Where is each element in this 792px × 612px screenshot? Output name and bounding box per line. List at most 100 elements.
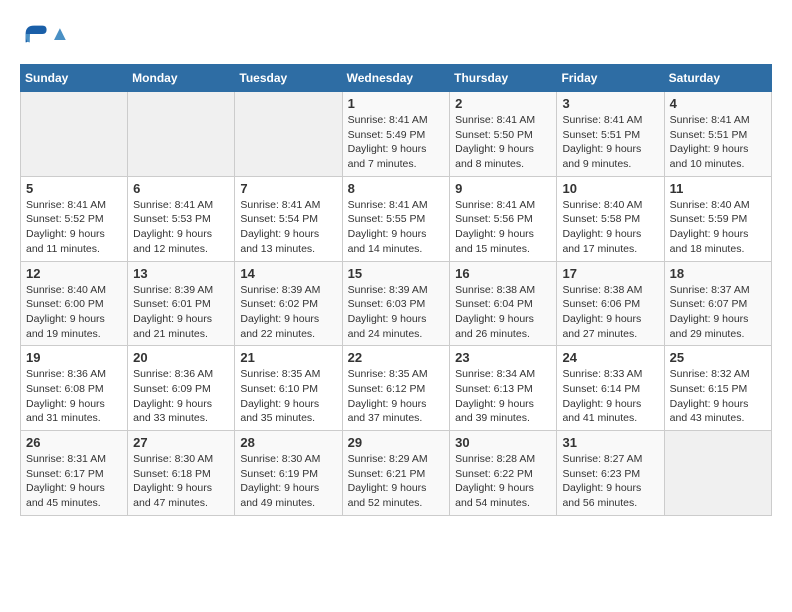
- day-number: 20: [133, 350, 229, 365]
- day-number: 1: [348, 96, 445, 111]
- day-number: 25: [670, 350, 766, 365]
- weekday-header-tuesday: Tuesday: [235, 65, 342, 92]
- day-info: Sunrise: 8:41 AM Sunset: 5:54 PM Dayligh…: [240, 198, 336, 257]
- day-info: Sunrise: 8:35 AM Sunset: 6:10 PM Dayligh…: [240, 367, 336, 426]
- day-info: Sunrise: 8:35 AM Sunset: 6:12 PM Dayligh…: [348, 367, 445, 426]
- calendar-cell: 26 Sunrise: 8:31 AM Sunset: 6:17 PM Dayli…: [21, 431, 128, 516]
- calendar-cell: 12 Sunrise: 8:40 AM Sunset: 6:00 PM Dayli…: [21, 261, 128, 346]
- day-info: Sunrise: 8:41 AM Sunset: 5:50 PM Dayligh…: [455, 113, 551, 172]
- day-number: 28: [240, 435, 336, 450]
- day-number: 2: [455, 96, 551, 111]
- day-info: Sunrise: 8:29 AM Sunset: 6:21 PM Dayligh…: [348, 452, 445, 511]
- day-number: 19: [26, 350, 122, 365]
- calendar-cell: [128, 92, 235, 177]
- calendar-cell: 30 Sunrise: 8:28 AM Sunset: 6:22 PM Dayli…: [450, 431, 557, 516]
- day-number: 18: [670, 266, 766, 281]
- logo-text: ▲: [50, 23, 70, 46]
- calendar-week-row: 1 Sunrise: 8:41 AM Sunset: 5:49 PM Daylig…: [21, 92, 772, 177]
- weekday-header-friday: Friday: [557, 65, 664, 92]
- day-number: 29: [348, 435, 445, 450]
- day-number: 24: [562, 350, 658, 365]
- calendar-cell: 31 Sunrise: 8:27 AM Sunset: 6:23 PM Dayli…: [557, 431, 664, 516]
- calendar-cell: 2 Sunrise: 8:41 AM Sunset: 5:50 PM Daylig…: [450, 92, 557, 177]
- calendar-week-row: 5 Sunrise: 8:41 AM Sunset: 5:52 PM Daylig…: [21, 176, 772, 261]
- calendar-week-row: 12 Sunrise: 8:40 AM Sunset: 6:00 PM Dayli…: [21, 261, 772, 346]
- calendar-cell: 19 Sunrise: 8:36 AM Sunset: 6:08 PM Dayli…: [21, 346, 128, 431]
- day-info: Sunrise: 8:41 AM Sunset: 5:55 PM Dayligh…: [348, 198, 445, 257]
- day-number: 3: [562, 96, 658, 111]
- day-info: Sunrise: 8:36 AM Sunset: 6:09 PM Dayligh…: [133, 367, 229, 426]
- calendar-cell: [664, 431, 771, 516]
- day-info: Sunrise: 8:39 AM Sunset: 6:02 PM Dayligh…: [240, 283, 336, 342]
- calendar-cell: 3 Sunrise: 8:41 AM Sunset: 5:51 PM Daylig…: [557, 92, 664, 177]
- day-number: 23: [455, 350, 551, 365]
- calendar-cell: 21 Sunrise: 8:35 AM Sunset: 6:10 PM Dayli…: [235, 346, 342, 431]
- day-number: 14: [240, 266, 336, 281]
- calendar-cell: [21, 92, 128, 177]
- day-number: 9: [455, 181, 551, 196]
- calendar-cell: 17 Sunrise: 8:38 AM Sunset: 6:06 PM Dayli…: [557, 261, 664, 346]
- calendar-cell: 13 Sunrise: 8:39 AM Sunset: 6:01 PM Dayli…: [128, 261, 235, 346]
- day-number: 17: [562, 266, 658, 281]
- day-number: 8: [348, 181, 445, 196]
- calendar-cell: 6Sunrise: 8:41 AM Sunset: 5:53 PM Daylig…: [128, 176, 235, 261]
- day-number: 6: [133, 181, 229, 196]
- day-info: Sunrise: 8:37 AM Sunset: 6:07 PM Dayligh…: [670, 283, 766, 342]
- calendar-cell: 4 Sunrise: 8:41 AM Sunset: 5:51 PM Daylig…: [664, 92, 771, 177]
- calendar-cell: 8 Sunrise: 8:41 AM Sunset: 5:55 PM Daylig…: [342, 176, 450, 261]
- day-info: Sunrise: 8:39 AM Sunset: 6:01 PM Dayligh…: [133, 283, 229, 342]
- logo: ▲: [20, 20, 70, 48]
- calendar-cell: 5 Sunrise: 8:41 AM Sunset: 5:52 PM Daylig…: [21, 176, 128, 261]
- day-number: 13: [133, 266, 229, 281]
- day-info: Sunrise: 8:30 AM Sunset: 6:18 PM Dayligh…: [133, 452, 229, 511]
- calendar-cell: 11 Sunrise: 8:40 AM Sunset: 5:59 PM Dayli…: [664, 176, 771, 261]
- day-info: Sunrise: 8:41 AM Sunset: 5:51 PM Dayligh…: [562, 113, 658, 172]
- calendar-week-row: 26 Sunrise: 8:31 AM Sunset: 6:17 PM Dayli…: [21, 431, 772, 516]
- calendar-cell: 18 Sunrise: 8:37 AM Sunset: 6:07 PM Dayli…: [664, 261, 771, 346]
- day-number: 22: [348, 350, 445, 365]
- day-number: 12: [26, 266, 122, 281]
- day-number: 27: [133, 435, 229, 450]
- day-info: Sunrise: 8:36 AM Sunset: 6:08 PM Dayligh…: [26, 367, 122, 426]
- calendar-cell: 23Sunrise: 8:34 AM Sunset: 6:13 PM Dayli…: [450, 346, 557, 431]
- logo-icon: [20, 20, 48, 48]
- calendar-cell: 16Sunrise: 8:38 AM Sunset: 6:04 PM Dayli…: [450, 261, 557, 346]
- day-number: 30: [455, 435, 551, 450]
- calendar-cell: 28Sunrise: 8:30 AM Sunset: 6:19 PM Dayli…: [235, 431, 342, 516]
- weekday-header-thursday: Thursday: [450, 65, 557, 92]
- day-info: Sunrise: 8:41 AM Sunset: 5:52 PM Dayligh…: [26, 198, 122, 257]
- day-info: Sunrise: 8:41 AM Sunset: 5:49 PM Dayligh…: [348, 113, 445, 172]
- day-info: Sunrise: 8:41 AM Sunset: 5:51 PM Dayligh…: [670, 113, 766, 172]
- day-number: 26: [26, 435, 122, 450]
- day-info: Sunrise: 8:31 AM Sunset: 6:17 PM Dayligh…: [26, 452, 122, 511]
- calendar-cell: [235, 92, 342, 177]
- calendar-cell: 29 Sunrise: 8:29 AM Sunset: 6:21 PM Dayli…: [342, 431, 450, 516]
- calendar-body: 1 Sunrise: 8:41 AM Sunset: 5:49 PM Daylig…: [21, 92, 772, 516]
- day-info: Sunrise: 8:33 AM Sunset: 6:14 PM Dayligh…: [562, 367, 658, 426]
- day-info: Sunrise: 8:39 AM Sunset: 6:03 PM Dayligh…: [348, 283, 445, 342]
- day-number: 4: [670, 96, 766, 111]
- calendar-cell: 15Sunrise: 8:39 AM Sunset: 6:03 PM Dayli…: [342, 261, 450, 346]
- day-number: 11: [670, 181, 766, 196]
- page-header: ▲: [20, 20, 772, 48]
- day-info: Sunrise: 8:40 AM Sunset: 5:58 PM Dayligh…: [562, 198, 658, 257]
- day-info: Sunrise: 8:41 AM Sunset: 5:56 PM Dayligh…: [455, 198, 551, 257]
- weekday-header-saturday: Saturday: [664, 65, 771, 92]
- weekday-header-row: SundayMondayTuesdayWednesdayThursdayFrid…: [21, 65, 772, 92]
- day-number: 31: [562, 435, 658, 450]
- day-number: 5: [26, 181, 122, 196]
- day-number: 10: [562, 181, 658, 196]
- day-info: Sunrise: 8:32 AM Sunset: 6:15 PM Dayligh…: [670, 367, 766, 426]
- day-info: Sunrise: 8:38 AM Sunset: 6:06 PM Dayligh…: [562, 283, 658, 342]
- day-number: 21: [240, 350, 336, 365]
- weekday-header-wednesday: Wednesday: [342, 65, 450, 92]
- day-info: Sunrise: 8:27 AM Sunset: 6:23 PM Dayligh…: [562, 452, 658, 511]
- day-info: Sunrise: 8:40 AM Sunset: 6:00 PM Dayligh…: [26, 283, 122, 342]
- day-info: Sunrise: 8:40 AM Sunset: 5:59 PM Dayligh…: [670, 198, 766, 257]
- weekday-header-monday: Monday: [128, 65, 235, 92]
- day-info: Sunrise: 8:28 AM Sunset: 6:22 PM Dayligh…: [455, 452, 551, 511]
- calendar-week-row: 19 Sunrise: 8:36 AM Sunset: 6:08 PM Dayli…: [21, 346, 772, 431]
- day-number: 7: [240, 181, 336, 196]
- calendar-cell: 9 Sunrise: 8:41 AM Sunset: 5:56 PM Daylig…: [450, 176, 557, 261]
- day-info: Sunrise: 8:38 AM Sunset: 6:04 PM Dayligh…: [455, 283, 551, 342]
